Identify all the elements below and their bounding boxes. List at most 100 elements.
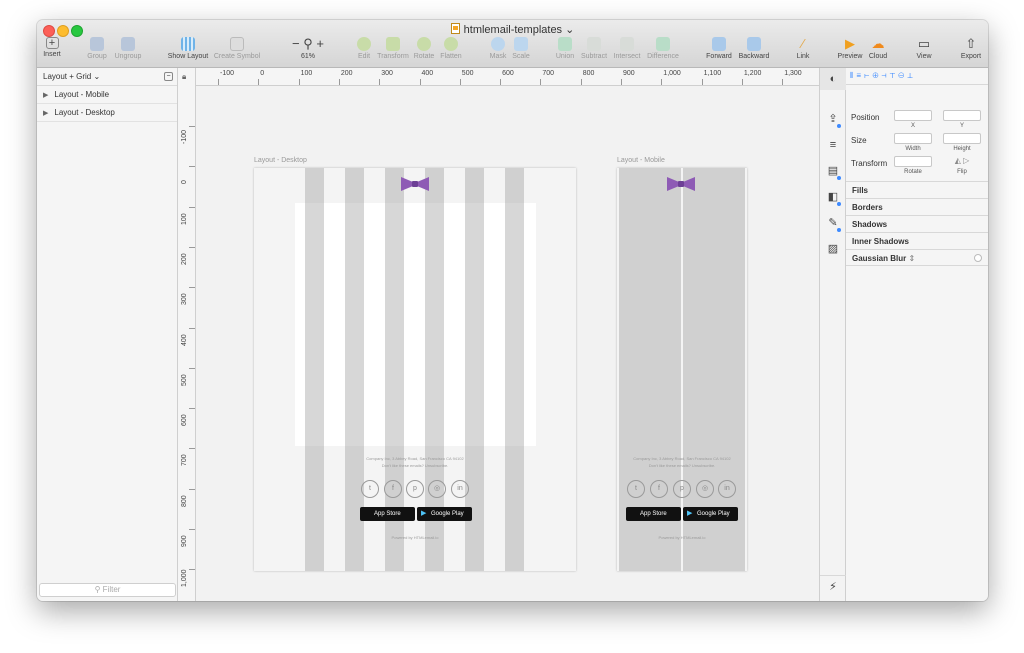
linkedin-icon[interactable]: in bbox=[718, 480, 736, 498]
backward-button[interactable]: Backward bbox=[737, 37, 771, 60]
rotate-button[interactable]: Rotate bbox=[412, 37, 436, 60]
linkedin-icon[interactable]: in bbox=[451, 480, 469, 498]
alignment-toolbar[interactable]: ⫴≡⊢⊕⊣⊤⊖⊥ bbox=[846, 68, 988, 85]
layer-item-desktop[interactable]: ▶ Layout - Desktop bbox=[37, 104, 177, 122]
ungroup-button[interactable]: Ungroup bbox=[113, 37, 143, 60]
shadows-section[interactable]: Shadows bbox=[846, 215, 988, 232]
mask-button[interactable]: Mask bbox=[488, 37, 508, 60]
instagram-icon[interactable]: ◎ bbox=[428, 480, 446, 498]
gaussian-blur-section[interactable]: Gaussian Blur ⇕ bbox=[846, 249, 988, 266]
disclosure-triangle-icon[interactable]: ▶ bbox=[43, 92, 48, 99]
powered-by[interactable]: Powered by HTMLemail.io bbox=[617, 535, 747, 540]
lightning-icon[interactable]: ⚡︎ bbox=[820, 575, 846, 597]
cloud-button[interactable]: ☁ Cloud bbox=[866, 37, 890, 61]
horizontal-ruler[interactable]: -100 0 100 200 300 400 500 600 700 800 900 1,000 1,1… bbox=[196, 68, 819, 86]
transform-button[interactable]: Transform bbox=[377, 37, 409, 60]
ruler-tick bbox=[189, 126, 195, 127]
view-button[interactable]: ▭ View bbox=[911, 37, 937, 61]
position-x-field[interactable] bbox=[894, 110, 932, 121]
lock-icon[interactable]: 🔒︎ bbox=[182, 72, 186, 82]
google-play-badge[interactable]: ▶ Google Play bbox=[683, 507, 738, 521]
size-label: Size bbox=[851, 136, 867, 145]
pinterest-icon[interactable]: p bbox=[406, 480, 424, 498]
image-icon[interactable]: ▨ bbox=[820, 238, 846, 260]
app-store-badge[interactable]: App Store bbox=[626, 507, 681, 521]
height-field[interactable] bbox=[943, 133, 981, 144]
show-layout-button[interactable]: Show Layout bbox=[166, 37, 210, 60]
width-label: Width bbox=[905, 146, 921, 152]
ruler-label: 700 bbox=[542, 70, 555, 77]
text-style-icon[interactable]: ▤ bbox=[820, 160, 846, 182]
forward-button[interactable]: Forward bbox=[704, 37, 734, 60]
ruler-label: 900 bbox=[623, 70, 635, 77]
flip-horizontal-icon[interactable]: ◭ bbox=[955, 156, 961, 165]
ruler-tick bbox=[338, 79, 340, 85]
insert-button[interactable]: + Insert bbox=[41, 37, 63, 58]
position-y-field[interactable] bbox=[943, 110, 981, 121]
union-button[interactable]: Union bbox=[554, 37, 576, 60]
create-symbol-button[interactable]: Create Symbol bbox=[213, 37, 261, 60]
chevron-updown-icon[interactable]: ⇕ bbox=[908, 254, 915, 263]
unsubscribe-link[interactable]: Don't like these emails? Unsubscribe. bbox=[254, 463, 576, 468]
flip-vertical-icon[interactable]: ▷ bbox=[963, 156, 969, 165]
align-bottom-icon[interactable]: ⊥ bbox=[907, 71, 915, 80]
zoom-in-button[interactable]: + bbox=[316, 36, 324, 51]
add-page-icon[interactable]: − bbox=[164, 72, 173, 81]
artboard-mobile[interactable]: Company Inc, 3 Abbey Road, San Francisco… bbox=[617, 168, 747, 571]
instagram-icon[interactable]: ◎ bbox=[696, 480, 714, 498]
borders-section[interactable]: Borders bbox=[846, 198, 988, 215]
artboard-label-mobile[interactable]: Layout - Mobile bbox=[617, 157, 665, 164]
scale-button[interactable]: Scale bbox=[510, 37, 532, 60]
app-store-badge[interactable]: App Store bbox=[360, 507, 415, 521]
page-selector[interactable]: Layout + Grid ⌄ − bbox=[37, 68, 177, 86]
layer-item-mobile[interactable]: ▶ Layout - Mobile bbox=[37, 86, 177, 104]
inner-shadows-section[interactable]: Inner Shadows bbox=[846, 232, 988, 249]
facebook-icon[interactable]: f bbox=[384, 480, 402, 498]
twitter-icon[interactable]: t bbox=[627, 480, 645, 498]
intersect-icon bbox=[620, 37, 634, 51]
facebook-icon[interactable]: f bbox=[650, 480, 668, 498]
align-top-icon[interactable]: ⊤ bbox=[890, 71, 898, 80]
layer-style-icon[interactable]: ◧ bbox=[820, 186, 846, 208]
transform-label: Transform bbox=[851, 159, 888, 168]
artboard-stack-icon[interactable]: ≡ bbox=[820, 134, 846, 156]
align-middle-icon[interactable]: ⊖ bbox=[898, 71, 907, 80]
width-field[interactable] bbox=[894, 133, 932, 144]
blur-toggle[interactable] bbox=[974, 254, 982, 262]
flatten-button[interactable]: Flatten bbox=[438, 37, 464, 60]
pinterest-icon[interactable]: p bbox=[673, 480, 691, 498]
document-title[interactable]: htmlemail-templates ⌄ bbox=[37, 23, 988, 36]
edit-button[interactable]: Edit bbox=[353, 37, 375, 60]
artboard-desktop[interactable]: Company Inc, 3 Abbey Road, San Francisco… bbox=[254, 168, 576, 571]
share-icon[interactable]: ⇪ bbox=[820, 108, 846, 130]
intersect-button[interactable]: Intersect bbox=[611, 37, 643, 60]
ruler-tick bbox=[189, 488, 195, 490]
artboard-label-desktop[interactable]: Layout - Desktop bbox=[254, 157, 307, 164]
canvas[interactable]: Layout - Desktop Company Inc, 3 Abbey Ro… bbox=[196, 86, 819, 601]
y-label: Y bbox=[959, 123, 964, 129]
link-button[interactable]: ⁄ Link bbox=[793, 37, 813, 61]
group-button[interactable]: Group bbox=[86, 37, 108, 60]
google-play-badge[interactable]: ▶ Google Play bbox=[417, 507, 472, 521]
ruler-tick bbox=[189, 327, 195, 329]
fills-section[interactable]: Fills bbox=[846, 181, 988, 198]
export-button[interactable]: ⇧ Export bbox=[958, 37, 984, 61]
ruler-label: 300 bbox=[181, 293, 188, 306]
distribute-vertical-icon[interactable]: ≡ bbox=[856, 71, 864, 80]
zoom-out-button[interactable]: − bbox=[292, 36, 300, 51]
subtract-button[interactable]: Subtract bbox=[578, 37, 610, 60]
difference-button[interactable]: Difference bbox=[644, 37, 682, 60]
powered-by[interactable]: Powered by HTMLemail.io bbox=[254, 535, 576, 540]
rotate-field[interactable] bbox=[894, 156, 932, 167]
inspector-toggle-icon[interactable]: ◐ bbox=[820, 68, 846, 90]
unsubscribe-link[interactable]: Don't like these emails? Unsubscribe. bbox=[617, 463, 747, 468]
ruler-tick bbox=[298, 79, 300, 85]
preview-button[interactable]: ▶ Preview bbox=[836, 37, 864, 61]
align-right-icon[interactable]: ⊣ bbox=[881, 71, 889, 80]
flip-buttons[interactable]: ◭ ▷ bbox=[943, 156, 981, 165]
disclosure-triangle-icon[interactable]: ▶ bbox=[43, 110, 48, 117]
vertical-ruler[interactable]: 🔒︎ -100 0 100 200 300 400 500 600 700 800 900 1,000 bbox=[178, 68, 196, 601]
filter-input[interactable]: ⚲ Filter bbox=[39, 583, 176, 597]
pen-tool-icon[interactable]: ✎ bbox=[820, 212, 846, 234]
twitter-icon[interactable]: t bbox=[361, 480, 379, 498]
